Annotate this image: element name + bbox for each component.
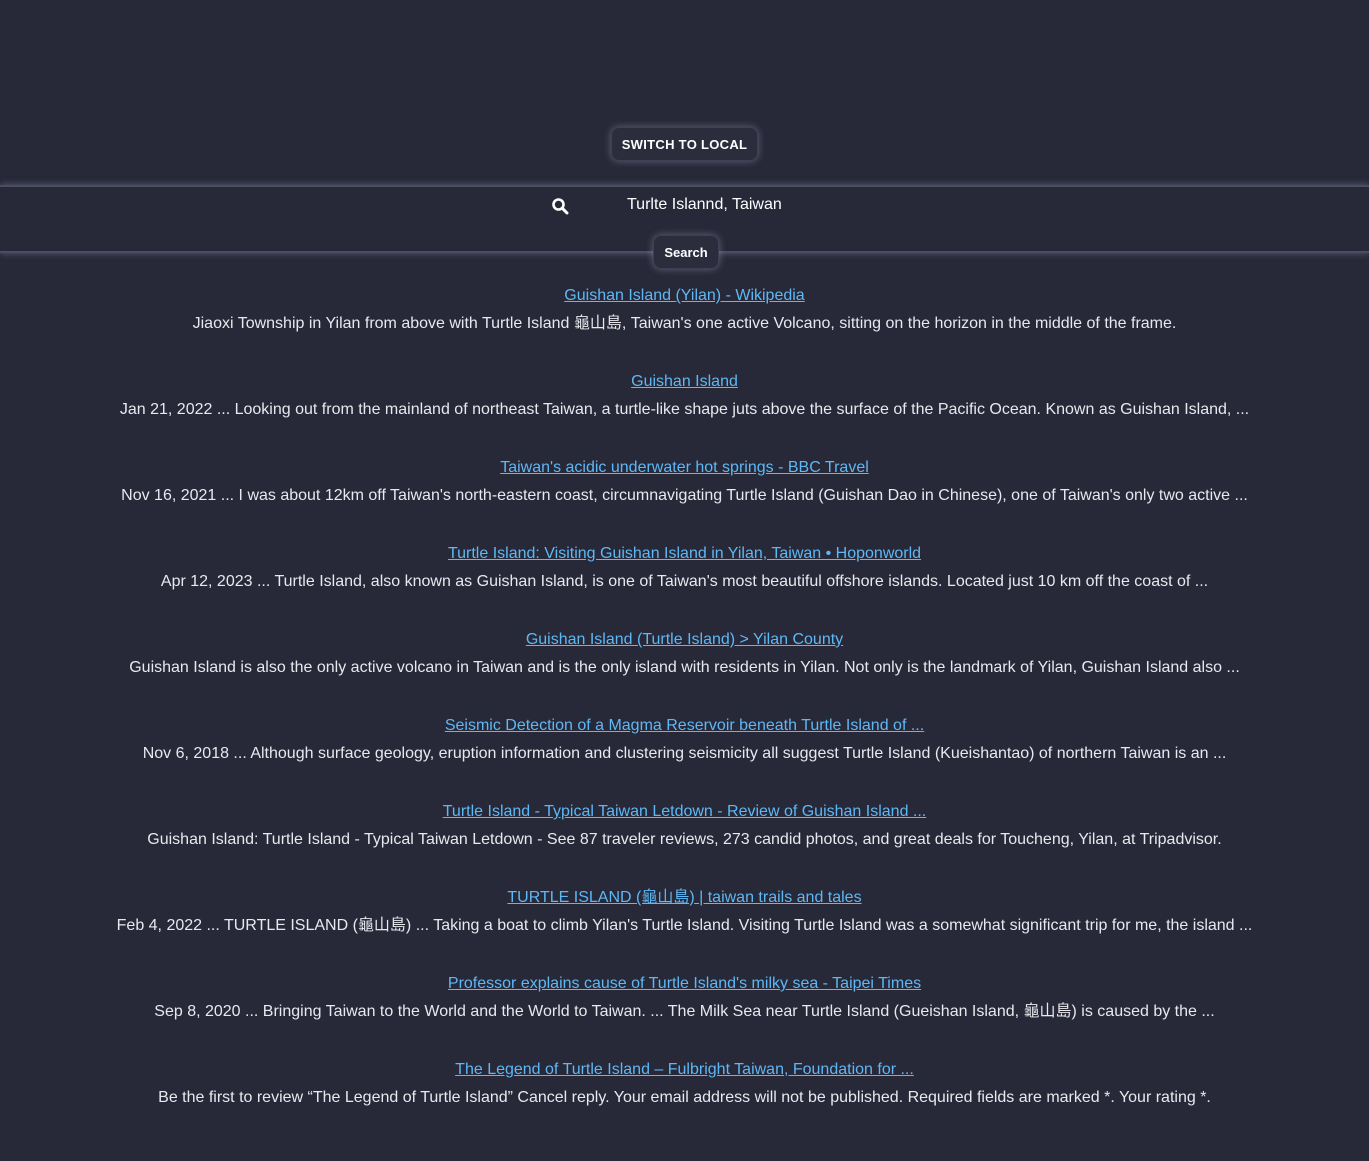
search-button-row: Search [0,235,1369,269]
switch-to-local-button[interactable]: SWITCH TO LOCAL [610,127,759,161]
search-icon[interactable] [551,197,569,215]
result-title-link[interactable]: TURTLE ISLAND (龜山島) | taiwan trails and … [507,887,861,909]
mode-switch-row: SWITCH TO LOCAL [0,127,1369,185]
result-title-row: TURTLE ISLAND (龜山島) | taiwan trails and … [0,887,1369,915]
result-title-link[interactable]: Turtle Island - Typical Taiwan Letdown -… [443,801,927,823]
result-title-row: Guishan Island (Yilan) - Wikipedia [0,285,1369,313]
search-result: Professor explains cause of Turtle Islan… [0,973,1369,1059]
result-snippet: Nov 6, 2018 ... Although surface geology… [142,745,1227,762]
search-result: Guishan Island (Yilan) - Wikipedia Jiaoxi… [0,285,1369,371]
result-title-row: Professor explains cause of Turtle Islan… [0,973,1369,1001]
search-result: Turtle Island: Visiting Guishan Island i… [0,543,1369,629]
result-snippet: Sep 8, 2020 ... Bringing Taiwan to the W… [154,1003,1215,1020]
search-result: Guishan Island (Turtle Island) > Yilan C… [0,629,1369,715]
search-result: TURTLE ISLAND (龜山島) | taiwan trails and … [0,887,1369,973]
result-title-row: The Legend of Turtle Island – Fulbright … [0,1059,1369,1087]
search-result: Taiwan's acidic underwater hot springs -… [0,457,1369,543]
result-snippet: Apr 12, 2023 ... Turtle Island, also kno… [160,573,1209,590]
search-result: Seismic Detection of a Magma Reservoir b… [0,715,1369,801]
result-snippet: Guishan Island: Turtle Island - Typical … [147,831,1222,848]
result-snippet: Nov 16, 2021 ... I was about 12km off Ta… [121,487,1248,504]
result-snippet: Guishan Island is also the only active v… [129,659,1240,676]
result-title-row: Taiwan's acidic underwater hot springs -… [0,457,1369,485]
result-title-link[interactable]: Guishan Island [631,371,738,393]
result-snippet: Jan 21, 2022 ... Looking out from the ma… [119,401,1250,418]
result-snippet: Feb 4, 2022 ... TURTLE ISLAND (龜山島) ... … [116,917,1253,934]
result-title-row: Turtle Island - Typical Taiwan Letdown -… [0,801,1369,829]
result-title-row: Guishan Island (Turtle Island) > Yilan C… [0,629,1369,657]
result-title-link[interactable]: Taiwan's acidic underwater hot springs -… [500,457,869,479]
search-bar: Search [0,185,1369,269]
result-title-row: Turtle Island: Visiting Guishan Island i… [0,543,1369,571]
search-result: Turtle Island - Typical Taiwan Letdown -… [0,801,1369,887]
result-title-link[interactable]: Professor explains cause of Turtle Islan… [448,973,921,995]
search-input[interactable] [620,191,1034,219]
search-results: Guishan Island (Yilan) - Wikipedia Jiaoxi… [0,253,1369,1145]
result-title-link[interactable]: The Legend of Turtle Island – Fulbright … [455,1059,914,1081]
result-title-link[interactable]: Guishan Island (Yilan) - Wikipedia [564,285,804,307]
top-spacer [0,0,1369,127]
result-title-row: Guishan Island [0,371,1369,399]
result-snippet: Jiaoxi Township in Yilan from above with… [192,315,1177,332]
result-title-link[interactable]: Guishan Island (Turtle Island) > Yilan C… [526,629,843,651]
result-title-link[interactable]: Seismic Detection of a Magma Reservoir b… [445,715,924,737]
result-title-row: Seismic Detection of a Magma Reservoir b… [0,715,1369,743]
search-result: Guishan Island Jan 21, 2022 ... Looking o… [0,371,1369,457]
search-result: The Legend of Turtle Island – Fulbright … [0,1059,1369,1145]
result-snippet: Be the first to review “The Legend of Tu… [158,1089,1211,1106]
result-title-link[interactable]: Turtle Island: Visiting Guishan Island i… [448,543,921,565]
search-button[interactable]: Search [653,235,719,269]
